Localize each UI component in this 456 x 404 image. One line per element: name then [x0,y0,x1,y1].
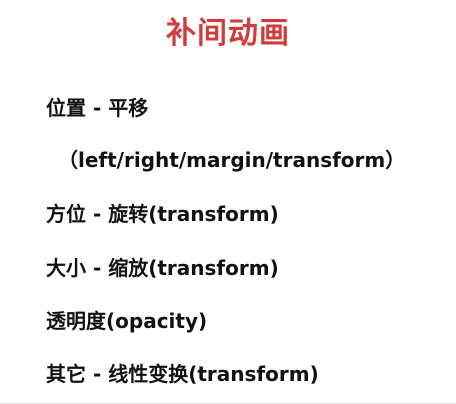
list-item-position: 位置 - 平移 [46,96,149,120]
list-item-position-detail: （left/right/margin/transform） [58,148,406,172]
list-item-opacity: 透明度(opacity) [46,309,208,333]
list-item-other: 其它 - 线性变换(transform) [46,362,319,386]
list-item-orientation: 方位 - 旋转(transform) [46,202,279,226]
list-item-size: 大小 - 缩放(transform) [46,256,279,280]
slide-title: 补间动画 [166,16,290,51]
slide: 补间动画 位置 - 平移 （left/right/margin/transfor… [0,0,456,404]
